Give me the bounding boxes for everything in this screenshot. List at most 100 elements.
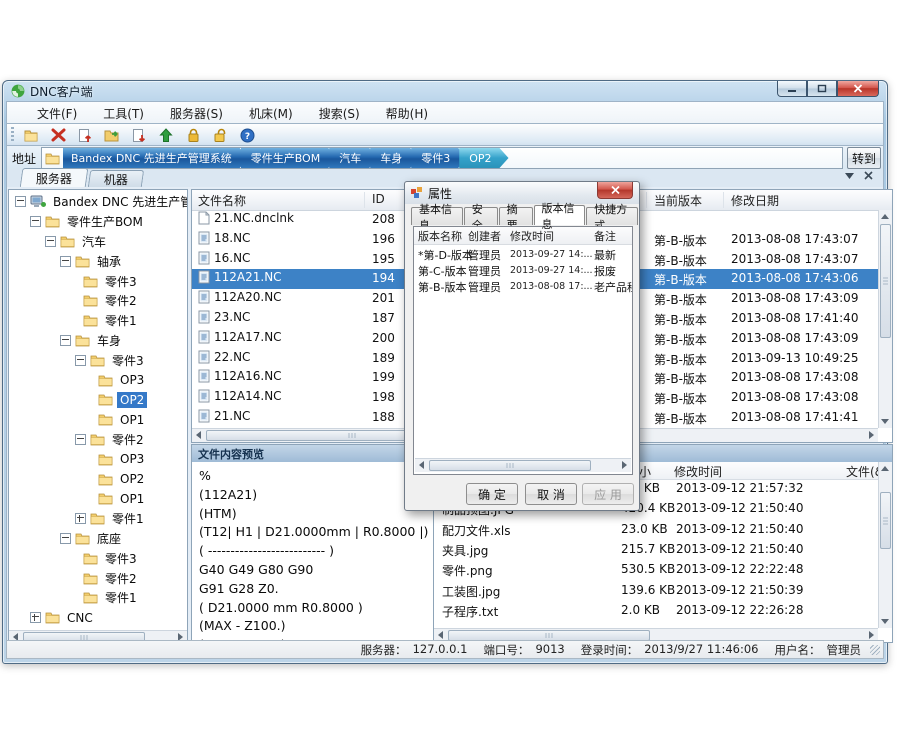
version-row[interactable]: 第-C-版本管理员2013-09-27 14:...报废 (414, 262, 632, 278)
tree-expander[interactable] (60, 335, 71, 346)
menu-item-4[interactable]: 搜索(S) (307, 103, 372, 124)
new-folder-button[interactable] (21, 126, 41, 144)
tree-item-零件3[interactable]: 零件3 (9, 350, 187, 370)
tree-expander[interactable] (15, 196, 26, 207)
tree-item-零件1[interactable]: 零件1 (9, 311, 187, 331)
menu-item-0[interactable]: 文件(F) (25, 103, 89, 124)
tree-item-汽车[interactable]: 汽车 (9, 232, 187, 252)
lock-button[interactable] (183, 126, 203, 144)
file-list-vscrollbar[interactable] (878, 210, 892, 428)
breadcrumb-segment[interactable]: 零件生产BOM (241, 148, 338, 168)
dialog-tab-基本信息[interactable]: 基本信息 (411, 207, 463, 225)
tree-expander[interactable] (75, 355, 86, 366)
menu-item-2[interactable]: 服务器(S) (158, 103, 235, 124)
table-row[interactable]: 配刀文件.xls23.0 KB2013-09-12 21:50:40 (434, 520, 878, 540)
tree-item-OP3[interactable]: OP3 (9, 370, 187, 390)
file-nc-icon (198, 290, 210, 304)
folder-icon (83, 591, 98, 604)
tree-expander[interactable] (30, 612, 41, 623)
dialog-tab-快捷方式[interactable]: 快捷方式 (586, 207, 638, 225)
file-date-cell: 2013-08-08 17:43:06 (731, 271, 858, 285)
vcol-remark[interactable]: 备注 (594, 228, 616, 244)
table-row[interactable]: 子程序.txt2.0 KB2013-09-12 22:26:28 (434, 601, 878, 621)
chevron-down-icon[interactable] (845, 173, 854, 179)
menu-item-5[interactable]: 帮助(H) (374, 103, 440, 124)
dialog-tab-安全[interactable]: 安全 (464, 207, 498, 225)
dialog-tab-版本信息[interactable]: 版本信息 (534, 205, 586, 225)
table-row[interactable]: 零件.png530.5 KB2013-09-12 22:22:48 (434, 560, 878, 580)
column-file-name[interactable]: 文件名称 (198, 192, 246, 209)
upload-button[interactable] (156, 126, 176, 144)
delete-button[interactable] (48, 126, 68, 144)
column-modified-date[interactable]: 修改日期 (731, 192, 779, 209)
tree-item-OP2[interactable]: OP2 (9, 390, 187, 410)
checkin-file-button[interactable] (75, 126, 95, 144)
cancel-button[interactable]: 取 消 (525, 483, 577, 505)
breadcrumb-segment[interactable]: OP2 (459, 148, 508, 168)
tree-item-零件1[interactable]: 零件1 (9, 509, 187, 529)
table-row[interactable]: 夹具.jpg215.7 KB2013-09-12 21:50:40 (434, 540, 878, 560)
tab-服务器[interactable]: 服务器 (20, 168, 89, 188)
menu-item-3[interactable]: 机床(M) (237, 103, 305, 124)
tree-item-零件3[interactable]: 零件3 (9, 271, 187, 291)
tree-item-零件生产BOM[interactable]: 零件生产BOM (9, 212, 187, 232)
vcol-creator[interactable]: 创建者 (468, 228, 501, 244)
file-date-cell: 2013-08-08 17:41:40 (731, 311, 858, 325)
checkout-file-button[interactable] (129, 126, 149, 144)
unlock-button[interactable] (210, 126, 230, 144)
breadcrumb-segment[interactable]: 零件3 (411, 148, 467, 168)
dialog-close-button[interactable] (597, 182, 633, 199)
minimize-button[interactable] (777, 81, 807, 97)
title-bar[interactable]: DNC客户端 (3, 81, 887, 101)
import-folder-button[interactable] (102, 126, 122, 144)
tree-item-零件2[interactable]: 零件2 (9, 430, 187, 450)
attachments-vscrollbar[interactable] (878, 462, 892, 628)
file-nc-icon (198, 350, 210, 364)
file-date-cell: 2013-08-08 17:43:07 (731, 232, 858, 246)
tree-expander[interactable] (60, 256, 71, 267)
resize-grip[interactable] (870, 645, 880, 655)
tree-item-底座[interactable]: 底座 (9, 529, 187, 549)
tree-item-Bandex DNC 先进生产管理系统[interactable]: Bandex DNC 先进生产管理系统 (9, 192, 187, 212)
tree-expander[interactable] (75, 434, 86, 445)
tab-机器[interactable]: 机器 (88, 170, 144, 187)
ok-button[interactable]: 确 定 (466, 483, 518, 505)
file-version-cell: 第-B-版本 (654, 370, 707, 387)
tree-item-OP3[interactable]: OP3 (9, 449, 187, 469)
menu-item-1[interactable]: 工具(T) (91, 103, 156, 124)
help-button[interactable]: ? (237, 126, 257, 144)
file-id-cell: 187 (372, 311, 395, 325)
version-row[interactable]: *第-D-版本管理员2013-09-27 14:...最新 (414, 246, 632, 262)
tree-expander[interactable] (75, 513, 86, 524)
tree-expander[interactable] (45, 236, 56, 247)
tree-item-OP1[interactable]: OP1 (9, 410, 187, 430)
tree-item-轴承[interactable]: 轴承 (9, 251, 187, 271)
tree-item-零件2[interactable]: 零件2 (9, 568, 187, 588)
column-id[interactable]: ID (372, 192, 385, 206)
dialog-tab-摘要[interactable]: 摘要 (499, 207, 533, 225)
tree-expander[interactable] (30, 216, 41, 227)
tree-item-OP2[interactable]: OP2 (9, 469, 187, 489)
table-row[interactable]: 工装图.jpg139.6 KB2013-09-12 21:50:39 (434, 581, 878, 601)
breadcrumb-segment[interactable]: Bandex DNC 先进生产管理系统 (63, 148, 249, 168)
vcol-name[interactable]: 版本名称 (418, 228, 462, 244)
close-pane-icon[interactable] (864, 171, 873, 180)
close-button[interactable] (837, 81, 879, 97)
file-nc-icon (198, 270, 210, 284)
toolbar-grip[interactable] (11, 127, 14, 143)
version-row[interactable]: 第-B-版本管理员2013-08-08 17:...老产品程序 (414, 278, 632, 294)
tree-item-CNC[interactable]: CNC (9, 608, 187, 628)
dialog-hscrollbar[interactable] (415, 458, 631, 472)
go-button[interactable]: 转到 (847, 147, 881, 169)
tree-item-OP1[interactable]: OP1 (9, 489, 187, 509)
tree-item-零件2[interactable]: 零件2 (9, 291, 187, 311)
restore-button[interactable] (807, 81, 837, 97)
version-table-header[interactable]: 版本名称 创建者 修改时间 备注 (414, 227, 632, 245)
tree-item-零件3[interactable]: 零件3 (9, 548, 187, 568)
column-modified-time[interactable]: 修改时间 (674, 463, 722, 480)
tree-expander[interactable] (60, 533, 71, 544)
tree-item-车身[interactable]: 车身 (9, 331, 187, 351)
column-current-version[interactable]: 当前版本 (654, 192, 702, 209)
address-field[interactable]: Bandex DNC 先进生产管理系统零件生产BOM汽车车身零件3OP2 (41, 147, 843, 169)
tree-item-零件1[interactable]: 零件1 (9, 588, 187, 608)
